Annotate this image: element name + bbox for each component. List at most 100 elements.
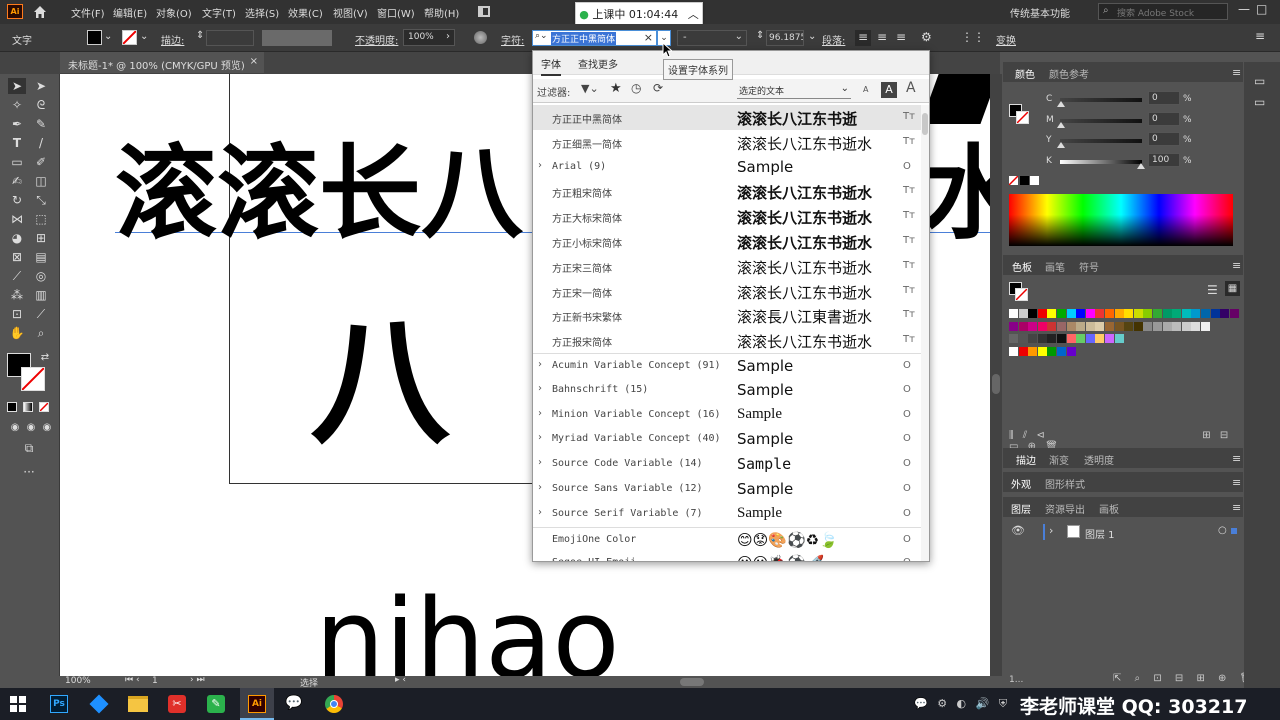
recolor-icon[interactable]: ⚙ [921,30,932,44]
white-quick-swatch[interactable] [1030,176,1039,185]
color-swatch[interactable] [1153,321,1162,331]
shaper-tool-icon[interactable]: ✍ [8,173,26,189]
symbol-sprayer-tool-icon[interactable]: ⁂ [8,287,26,303]
status-arrow-icon[interactable]: ▸ ‹ [395,675,406,685]
color-swatch[interactable] [1018,321,1028,331]
vertical-scroll-thumb[interactable] [992,374,1000,394]
color-swatch[interactable] [1162,321,1172,331]
color-mode-icon[interactable] [7,402,17,412]
color-swatch[interactable] [1114,334,1124,343]
color-swatch[interactable] [1047,309,1057,318]
menu-type[interactable]: 文字(T) [202,5,236,20]
font-list-item[interactable]: › Acumin Variable Concept (91) Sample O [533,353,921,378]
font-list-item[interactable]: 方正宋三简体 滚滚长八江东书逝水 Tт [533,254,921,279]
color-swatch[interactable] [1124,321,1134,331]
menu-effect[interactable]: 效果(C) [288,5,323,20]
panel-stroke-swatch[interactable] [1016,111,1029,124]
color-swatch[interactable] [1018,346,1028,356]
color-swatch[interactable] [1066,334,1076,343]
color-swatch[interactable] [1220,309,1230,318]
workspace-switcher[interactable]: 传统基本功能 [1010,5,1070,20]
stroke-panel-menu-icon[interactable]: ≡ [1232,452,1241,465]
color-swatch[interactable] [1066,346,1076,356]
gradient-mode-icon[interactable] [23,402,33,412]
color-swatch[interactable] [1191,309,1201,318]
artboard-nav-next-icon[interactable]: › ⏭ [190,675,205,685]
tab-color-guide[interactable]: 颜色参考 [1049,66,1089,81]
menu-view[interactable]: 视图(V) [333,5,368,20]
font-list-scroll-thumb[interactable] [922,113,928,135]
font-list-item[interactable]: › Source Serif Variable (7) Sample O [533,502,921,527]
sample-size-small-icon[interactable]: A [863,85,868,94]
color-swatch[interactable] [1066,321,1076,331]
color-swatch[interactable] [1047,321,1057,331]
font-list-item[interactable]: 方正粗宋简体 滚滚长八江东书逝水 Tт [533,179,921,204]
tab-stroke[interactable]: 描边 [1016,452,1036,467]
preview-text-dropdown[interactable]: 选定的文本 ⌄ [737,83,851,99]
stroke-color-swatch[interactable] [122,30,137,45]
none-swatch[interactable] [1008,175,1019,186]
color-swatch[interactable] [1009,334,1018,343]
color-swatch[interactable] [1229,309,1239,318]
cmyk-slider[interactable] [1060,159,1142,164]
font-list-item[interactable]: 方正大标宋简体 滚滚长八江东书逝水 Tт [533,204,921,229]
wechat-taskbar-icon[interactable]: 💬 [284,695,304,713]
photoshop-taskbar-icon[interactable]: Ps [50,695,68,713]
tab-asset-export[interactable]: 资源导出 [1045,501,1085,516]
color-swatch[interactable] [1076,334,1086,343]
font-list-item[interactable]: › Minion Variable Concept (16) Sample O [533,403,921,428]
artboard-tool-icon[interactable]: ⊡ [8,306,26,322]
appearance-panel-menu-icon[interactable]: ≡ [1232,476,1241,489]
font-expand-chevron-icon[interactable]: › [538,482,542,493]
font-expand-chevron-icon[interactable]: › [538,383,542,394]
dock-icon-1[interactable]: ▭ [1254,74,1265,88]
magic-wand-tool-icon[interactable]: ✧ [8,97,26,113]
font-style-dropdown[interactable]: - ⌄ [677,30,747,46]
stroke-swatch-large[interactable] [21,367,45,391]
font-list-item[interactable]: 方正新书宋繁体 滚滚長八江東書逝水 Tт [533,303,921,328]
tab-brushes[interactable]: 画笔 [1045,259,1065,274]
color-swatch[interactable] [1037,309,1047,318]
rotate-tool-icon[interactable]: ↻ [8,192,26,208]
font-list-item[interactable]: 方正小标宋简体 滚滚长八江东书逝水 Tт [533,229,921,254]
color-swatch[interactable] [1095,334,1105,343]
home-icon[interactable] [32,4,48,20]
font-list-item[interactable]: Segoe UI Emoji 😃😐🐞⚽🚀 O [533,551,921,561]
cmyk-slider-thumb[interactable] [1057,142,1065,148]
canvas-vertical-scrollbar[interactable] [990,74,1002,676]
horizontal-scroll-thumb[interactable] [680,678,704,686]
color-swatch[interactable] [1201,309,1210,318]
font-list-item[interactable]: › Source Sans Variable (12) Sample O [533,477,921,502]
swap-colors-icon[interactable]: ⇄ [36,350,54,366]
scale-tool-icon[interactable]: ⤡ [32,192,50,208]
color-swatch[interactable] [1028,346,1038,356]
eyedropper-tool-icon[interactable]: ⟋ [8,268,26,284]
align-right-icon[interactable]: ≡ [896,30,906,44]
color-swatch[interactable] [1105,334,1114,343]
color-swatch[interactable] [1057,309,1066,318]
stroke-dropdown-icon[interactable]: ⌄ [140,31,148,42]
font-list-item[interactable]: EmojiOne Color 😊😟🎨⚽♻🍃 O [533,526,921,552]
swatch-stroke-indicator[interactable] [1015,288,1028,301]
color-swatch[interactable] [1057,346,1066,356]
curvature-tool-icon[interactable]: ✎ [32,116,50,132]
menu-select[interactable]: 选择(S) [245,5,279,20]
stock-search-input[interactable]: ⌕ 搜索 Adobe Stock [1098,3,1228,20]
color-swatch[interactable] [1057,334,1066,343]
color-swatch[interactable] [1018,334,1028,343]
color-swatch[interactable] [1037,346,1047,356]
layers-footer-icons[interactable]: ⇱ ⌕ ⊡ ⊟ ⊞ ⊕ 🗑 [1113,673,1257,684]
font-size-stepper[interactable]: ⇕ [756,30,764,41]
stroke-stepper[interactable]: ⇕ [196,30,204,41]
menu-file[interactable]: 文件(F) [71,5,105,20]
align-center-icon[interactable]: ≡ [877,30,887,44]
layer-row[interactable]: 👁 › 图层 1 ○ [1003,522,1243,542]
font-expand-chevron-icon[interactable]: › [538,507,542,518]
swatches-menu-icon[interactable]: ≡ [1232,259,1241,272]
fill-dropdown-icon[interactable]: ⌄ [104,31,112,42]
color-swatch[interactable] [1057,321,1066,331]
width-tool-icon[interactable]: ⋈ [8,211,26,227]
sample-size-large-icon[interactable]: A [906,80,916,96]
font-expand-chevron-icon[interactable]: › [538,408,542,419]
lasso-tool-icon[interactable]: ᘓ [32,97,50,113]
